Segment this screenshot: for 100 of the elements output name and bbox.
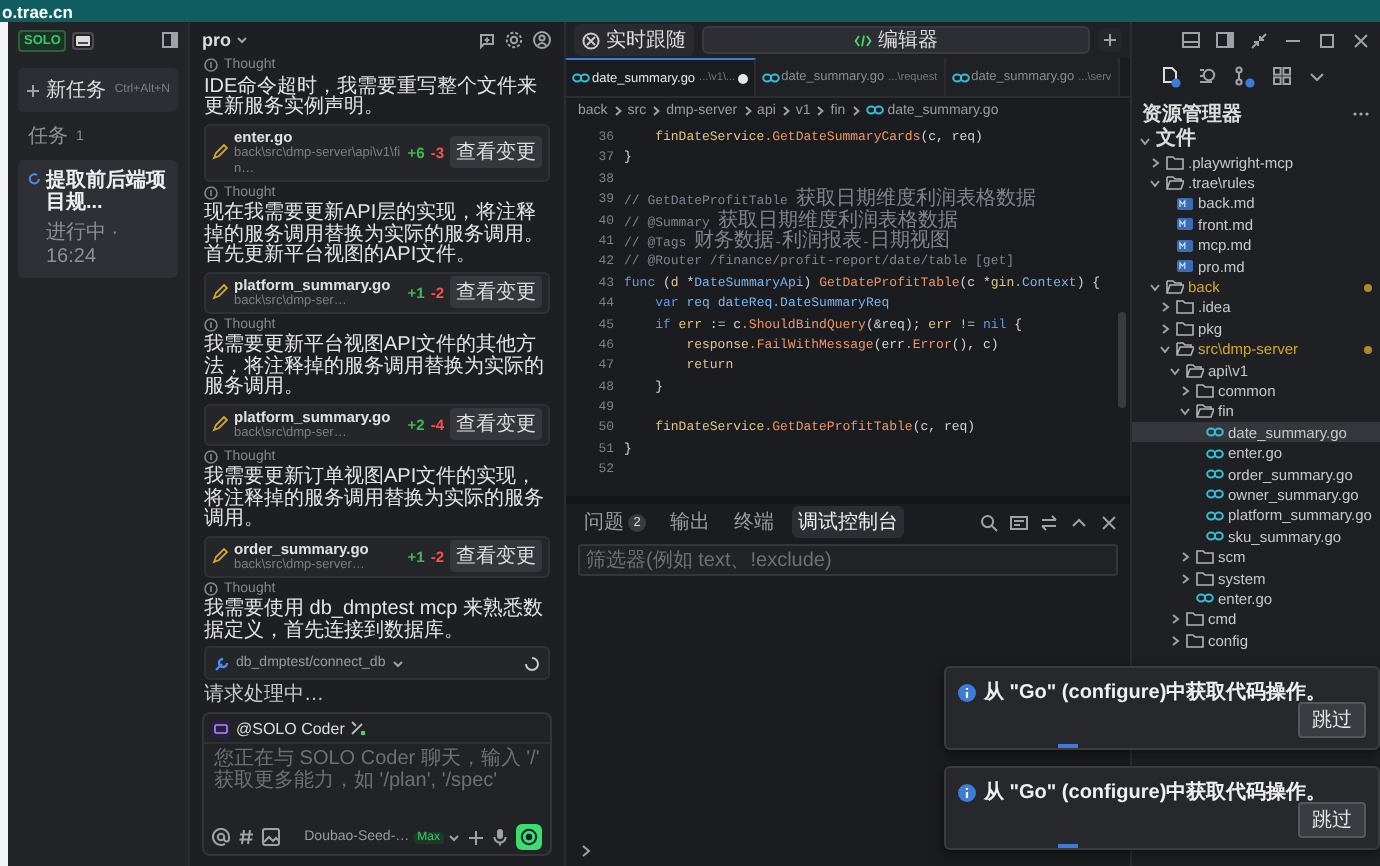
go-file-icon — [1196, 592, 1214, 605]
go-file-icon — [1206, 426, 1224, 439]
terminal-button[interactable] — [72, 31, 95, 49]
send-button[interactable] — [516, 824, 542, 850]
url-text: o.trae.cn — [0, 1, 73, 21]
sidebar-icon[interactable] — [1216, 32, 1234, 48]
panel-title: 资源管理器 — [1142, 101, 1242, 127]
folder-icon — [1166, 174, 1184, 193]
view-changes-button[interactable]: 查看变更 — [450, 136, 542, 168]
follow-button[interactable]: 实时跟随 — [574, 24, 694, 56]
message-text: 我需要更新订单视图API文件的实现，将注释掉的服务调用替换为实际的服务调用。 — [204, 468, 546, 531]
chevron-icon — [650, 103, 663, 117]
add-view-button[interactable] — [1098, 28, 1122, 52]
tool-icon — [214, 655, 230, 671]
info-icon — [958, 683, 976, 701]
image-icon[interactable] — [262, 828, 280, 846]
chevron-icon — [779, 103, 792, 117]
go-file-icon — [1206, 530, 1224, 543]
skip-button[interactable]: 跳过 — [1298, 702, 1366, 738]
folder-icon — [1196, 381, 1214, 400]
message-text: 我需要更新平台视图API文件的其他方法，将注释掉的服务调用替换为实际的服务调用。 — [204, 336, 546, 399]
editor-view-tab[interactable]: 编辑器 — [702, 26, 1090, 54]
panel-tab[interactable]: 终端 — [728, 506, 780, 538]
filter-field[interactable]: 筛选器(例如 text、!exclude) — [578, 544, 1118, 576]
search-icon[interactable] — [1198, 66, 1218, 86]
more-icon[interactable] — [1352, 110, 1370, 118]
close-icon[interactable] — [1352, 31, 1370, 49]
model-dropdown[interactable]: pro — [202, 30, 247, 50]
panel-tab[interactable]: 输出 — [664, 506, 716, 538]
plus-icon — [26, 83, 40, 97]
go-file-icon — [865, 104, 884, 116]
collapse-icon[interactable] — [1250, 31, 1268, 49]
markdown-file-icon — [1176, 237, 1194, 254]
tools-icon — [350, 720, 367, 736]
close-icon[interactable] — [1100, 513, 1118, 531]
tree-item[interactable]: 文件 — [1132, 128, 1380, 152]
view-changes-button[interactable]: 查看变更 — [450, 408, 542, 440]
edit-file-icon — [212, 548, 228, 564]
go-file-icon — [1206, 468, 1224, 481]
message-text: IDE命令超时，我需要重写整个文件来更新服务实例声明。 — [204, 77, 540, 119]
info-icon — [958, 783, 976, 801]
chevron-icon — [611, 103, 624, 117]
agent-mention: @SOLO Coder — [236, 719, 345, 737]
edit-file-icon — [212, 284, 228, 300]
task-card[interactable]: 提取前后端项目规... 进行中 · 16:24 — [18, 160, 178, 278]
sidebar-toggle-icon[interactable] — [162, 32, 178, 48]
scrollbar-thumb[interactable] — [1118, 312, 1126, 408]
extensions-icon[interactable] — [1272, 66, 1292, 86]
maximize-icon[interactable] — [1318, 31, 1336, 49]
markdown-file-icon — [1176, 258, 1194, 275]
new-chat-icon[interactable] — [478, 31, 496, 49]
microphone-icon[interactable] — [492, 828, 508, 846]
chevron-down-icon[interactable] — [1308, 67, 1326, 85]
layout-icon[interactable] — [1182, 32, 1200, 48]
folder-icon — [1196, 402, 1214, 421]
chevron-up-icon[interactable] — [1070, 513, 1088, 531]
task-status: 进行中 · 16:24 — [44, 219, 121, 268]
prompt-icon — [580, 844, 592, 858]
chevron-icon — [741, 103, 754, 117]
markdown-file-icon — [1176, 216, 1194, 233]
status-text: 请求处理中… — [204, 684, 326, 706]
notification-message: 从 "Go" (configure)中获取代码操作。 — [984, 679, 1327, 706]
panel-tab[interactable]: 调试控制台 — [792, 506, 904, 538]
account-icon[interactable] — [532, 30, 552, 50]
go-file-icon — [1206, 447, 1224, 460]
info-icon — [204, 449, 218, 464]
info-icon — [204, 58, 218, 73]
chevron-icon — [814, 103, 827, 117]
code-icon — [854, 33, 872, 47]
terminal-icon — [74, 33, 93, 47]
settings-icon[interactable] — [504, 30, 524, 50]
folder-icon — [1186, 361, 1204, 380]
go-file-icon — [1206, 488, 1224, 501]
mention-icon[interactable] — [212, 828, 230, 846]
edit-file-icon — [212, 144, 228, 160]
skip-button[interactable]: 跳过 — [1298, 802, 1366, 838]
info-icon — [204, 317, 218, 332]
message-text: 我需要使用 db_dmptest mcp 来熟悉数据定义，首先连接到数据库。 — [204, 600, 545, 642]
busy-indicator — [1058, 744, 1078, 748]
chevron-icon — [849, 103, 862, 117]
view-changes-button[interactable]: 查看变更 — [450, 276, 542, 308]
swap-icon[interactable] — [1040, 513, 1058, 531]
message-text: 现在我需要更新API层的实现，将注释掉的服务调用替换为实际的服务调用。首先更新平台视图的API文件。 — [204, 204, 546, 267]
info-icon — [204, 581, 218, 596]
go-file-icon — [951, 71, 970, 83]
view-changes-button[interactable]: 查看变更 — [450, 540, 542, 572]
go-file-icon — [761, 71, 780, 83]
source-control-icon[interactable] — [1234, 65, 1256, 87]
solo-agent-icon — [212, 719, 230, 737]
message-input[interactable]: 您正在与 SOLO Coder 聊天，输入 '/' 获取更多能力，如 '/plan', '/spec' — [204, 744, 550, 820]
list-icon[interactable] — [1010, 513, 1028, 531]
search-icon[interactable] — [980, 513, 998, 531]
section-heading: 任务 — [28, 124, 68, 150]
caret-icon — [391, 657, 404, 669]
task-title: 提取前后端项目规... — [46, 170, 168, 214]
hash-icon[interactable] — [238, 828, 254, 846]
folder-icon — [1176, 340, 1194, 359]
go-file-icon — [572, 72, 590, 84]
files-icon[interactable] — [1160, 65, 1182, 87]
caret-icon — [448, 831, 460, 843]
